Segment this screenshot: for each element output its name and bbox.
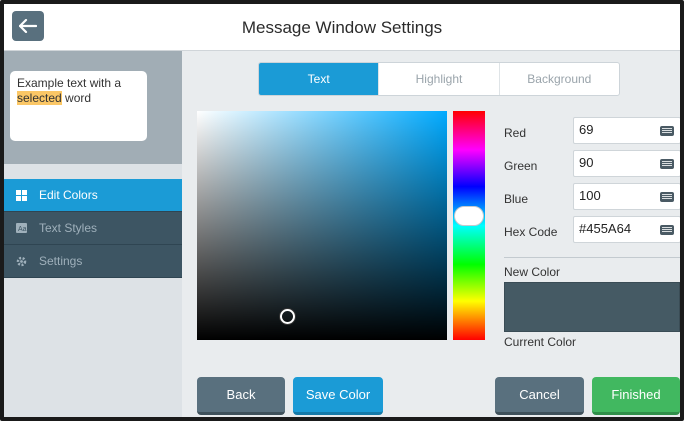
sidebar-item-text-styles[interactable]: Aa Text Styles — [4, 212, 182, 245]
blue-value: 100 — [579, 188, 601, 203]
green-value: 90 — [579, 155, 594, 170]
header: Message Window Settings — [4, 4, 680, 51]
gear-icon — [16, 256, 27, 267]
app-window: Message Window Settings Example text wit… — [0, 0, 684, 421]
sidebar-item-label: Text Styles — [39, 221, 98, 235]
keyboard-icon[interactable] — [660, 192, 674, 202]
hex-value: #455A64 — [579, 221, 632, 236]
page-title: Message Window Settings — [241, 18, 443, 37]
back-button[interactable]: Back — [197, 377, 285, 415]
preview-panel: Example text with a selected word — [4, 51, 182, 164]
tab-background[interactable]: Background — [500, 63, 619, 95]
finished-button[interactable]: Finished — [592, 377, 680, 415]
keyboard-icon[interactable] — [660, 159, 674, 169]
sidebar: Example text with a selected word Edit C… — [4, 51, 191, 417]
color-picker-cursor[interactable] — [280, 309, 295, 324]
save-color-button[interactable]: Save Color — [293, 377, 383, 415]
svg-text:Aa: Aa — [18, 226, 27, 233]
sidebar-item-settings[interactable]: Settings — [4, 245, 182, 278]
main-content: Text Highlight Background Red 69 Green 9… — [182, 51, 680, 417]
sidebar-item-label: Edit Colors — [39, 188, 98, 202]
new-color-label: New Color — [504, 265, 561, 279]
preview-highlight: selected — [17, 91, 62, 105]
hue-slider-handle[interactable] — [454, 206, 484, 226]
cancel-button[interactable]: Cancel — [495, 377, 584, 415]
sidebar-item-edit-colors[interactable]: Edit Colors — [4, 179, 191, 212]
hex-input[interactable]: #455A64 — [573, 216, 680, 243]
text-preview: Example text with a selected word — [10, 71, 147, 141]
green-row: Green 90 — [504, 148, 680, 181]
green-label: Green — [504, 159, 538, 173]
new-color-swatch — [504, 282, 680, 332]
text-style-icon: Aa — [16, 223, 27, 234]
green-input[interactable]: 90 — [573, 150, 680, 177]
sidebar-item-label: Settings — [39, 254, 83, 268]
red-row: Red 69 — [504, 115, 680, 148]
preview-text: Example text with a — [17, 76, 122, 90]
color-fields: Red 69 Green 90 Blue 100 Hex Code #455A6… — [504, 115, 680, 247]
preview-text-after: word — [61, 91, 92, 105]
divider — [504, 257, 680, 258]
grid-icon — [16, 189, 27, 201]
red-value: 69 — [579, 122, 594, 137]
saturation-value-picker[interactable] — [197, 111, 447, 340]
keyboard-icon[interactable] — [660, 225, 674, 235]
current-color-label: Current Color — [504, 335, 577, 349]
sidebar-nav: Edit Colors Aa Text Styles Settings — [4, 179, 191, 278]
hex-row: Hex Code #455A64 — [504, 214, 680, 247]
hex-label: Hex Code — [504, 225, 558, 239]
keyboard-icon[interactable] — [660, 126, 674, 136]
tab-text[interactable]: Text — [259, 63, 380, 95]
color-target-tabs: Text Highlight Background — [258, 62, 620, 96]
red-input[interactable]: 69 — [573, 117, 680, 144]
blue-label: Blue — [504, 192, 529, 206]
blue-row: Blue 100 — [504, 181, 680, 214]
tab-highlight[interactable]: Highlight — [379, 63, 500, 95]
red-label: Red — [504, 126, 527, 140]
blue-input[interactable]: 100 — [573, 183, 680, 210]
